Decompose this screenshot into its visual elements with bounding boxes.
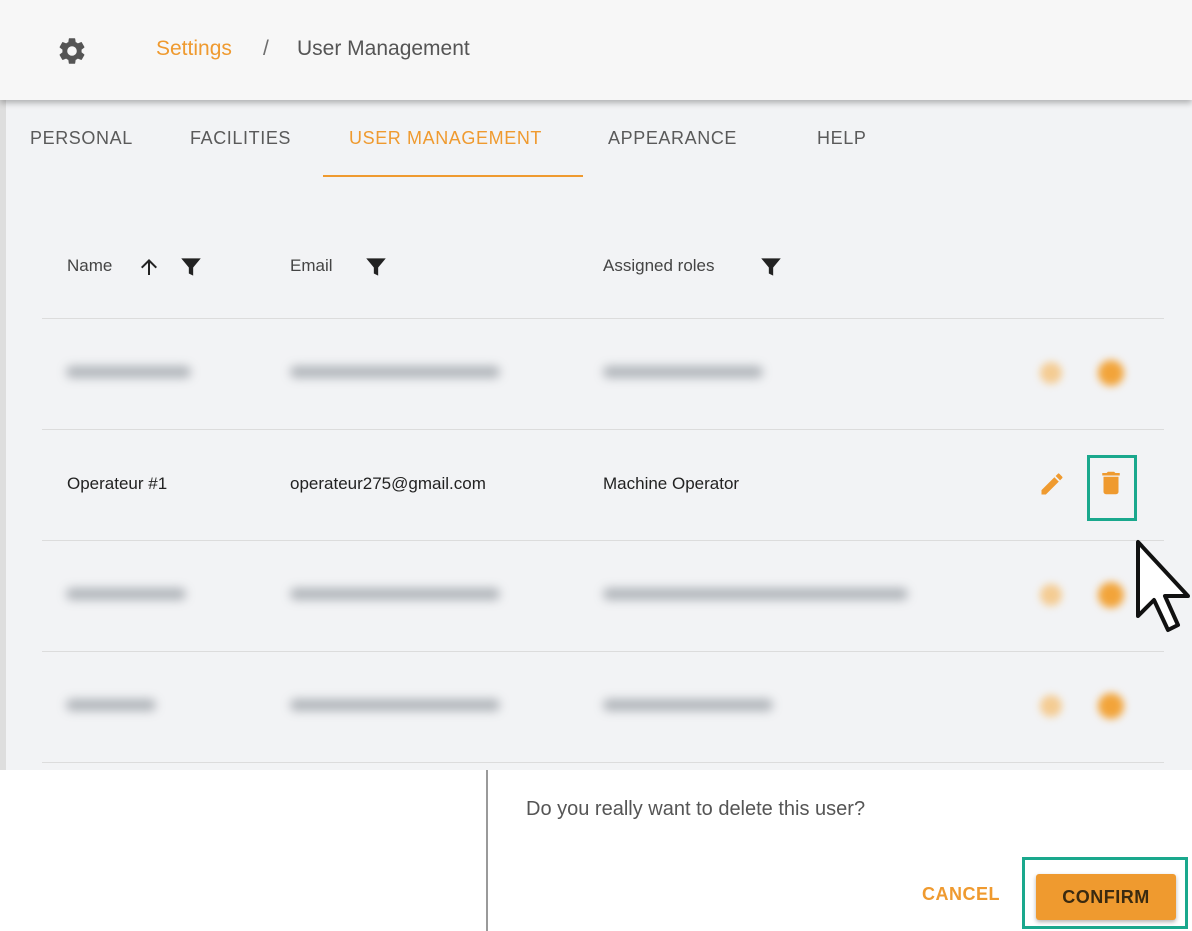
tab-personal[interactable]: PERSONAL (30, 128, 133, 158)
tab-user-management[interactable]: USER MANAGEMENT (349, 128, 542, 158)
cancel-button[interactable]: CANCEL (922, 884, 1000, 905)
user-role-cell: Machine Operator (603, 474, 740, 493)
column-header-assigned-roles[interactable]: Assigned roles (603, 256, 715, 276)
blurred-name (66, 366, 191, 378)
blurred-email (290, 366, 500, 378)
blurred-email (290, 588, 500, 600)
edit-icon[interactable] (1040, 362, 1062, 384)
breadcrumb-current: User Management (297, 37, 470, 60)
dialog-message: Do you really want to delete this user? (526, 798, 866, 820)
row-divider (42, 651, 1164, 652)
sort-ascending-icon[interactable] (137, 254, 161, 280)
blurred-role (603, 699, 773, 711)
tab-help[interactable]: HELP (817, 128, 866, 158)
filter-icon[interactable] (363, 254, 389, 280)
blurred-role (603, 588, 908, 600)
row-divider (42, 762, 1164, 763)
delete-icon[interactable] (1098, 360, 1124, 386)
column-header-email[interactable]: Email (290, 256, 333, 276)
column-header-name[interactable]: Name (67, 256, 112, 276)
edit-icon[interactable] (1040, 695, 1062, 717)
gear-icon[interactable] (56, 35, 88, 67)
delete-icon[interactable] (1096, 468, 1126, 498)
breadcrumb-separator: / (263, 37, 269, 60)
settings-app: Settings / User Management PERSONAL FACI… (0, 0, 1192, 770)
row-divider (42, 318, 1164, 319)
delete-icon[interactable] (1098, 582, 1124, 608)
mouse-cursor-icon (1136, 540, 1190, 632)
delete-icon[interactable] (1098, 693, 1124, 719)
delete-confirmation-dialog: Do you really want to delete this user? … (486, 770, 1192, 931)
row-divider (42, 540, 1164, 541)
app-header: Settings / User Management (0, 0, 1192, 100)
blurred-role (603, 366, 763, 378)
user-email-cell: operateur275@gmail.com (290, 474, 486, 493)
edit-icon[interactable] (1040, 584, 1062, 606)
row-divider (42, 429, 1164, 430)
blurred-name (66, 588, 186, 600)
filter-icon[interactable] (758, 254, 784, 280)
edit-icon[interactable] (1038, 470, 1066, 498)
active-tab-indicator (323, 175, 583, 177)
blurred-name (66, 699, 156, 711)
confirm-button[interactable]: CONFIRM (1036, 874, 1176, 920)
settings-tabs: PERSONAL FACILITIES USER MANAGEMENT APPE… (0, 104, 1192, 180)
user-name-cell: Operateur #1 (67, 474, 168, 493)
tab-appearance[interactable]: APPEARANCE (608, 128, 737, 158)
filter-icon[interactable] (178, 254, 204, 280)
breadcrumb-settings-link[interactable]: Settings (156, 36, 232, 62)
tab-facilities[interactable]: FACILITIES (190, 128, 291, 158)
blurred-email (290, 699, 500, 711)
